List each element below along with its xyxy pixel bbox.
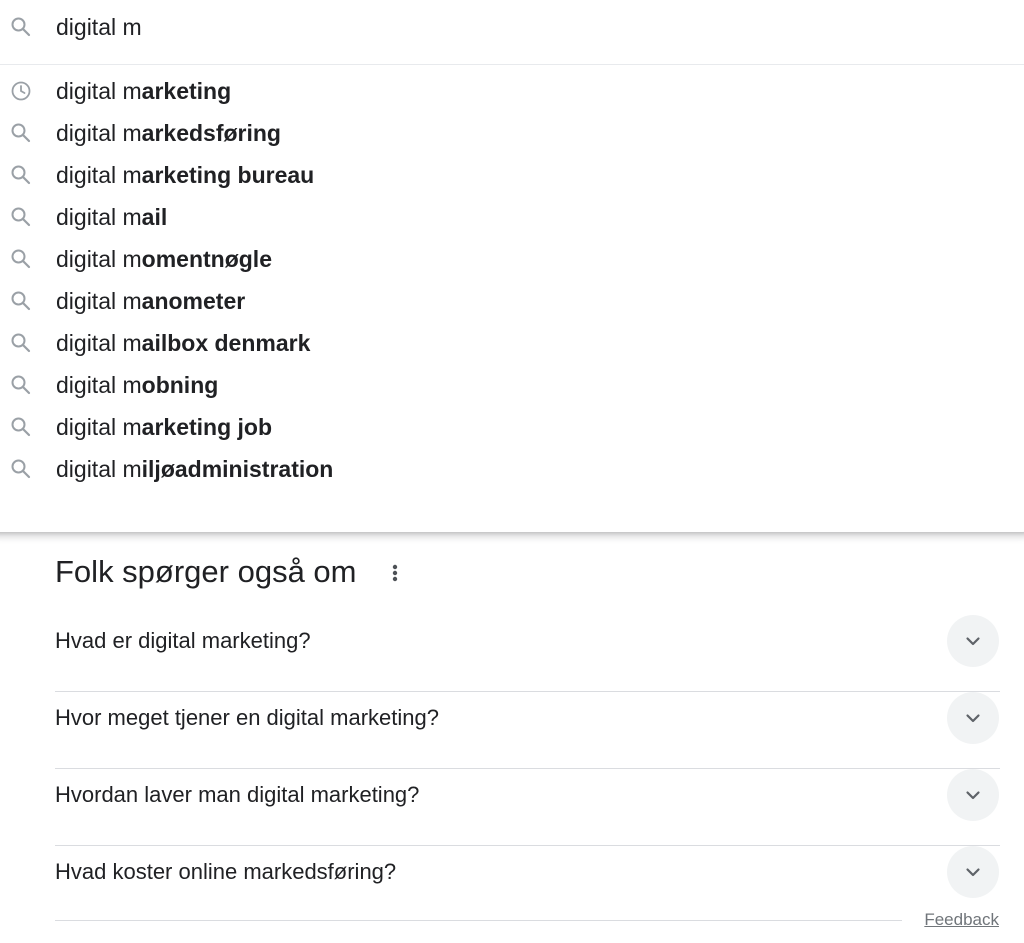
suggestion-item[interactable]: digital mailbox denmark	[0, 322, 1024, 364]
question-text: Hvor meget tjener en digital marketing?	[55, 705, 439, 730]
suggestion-text: digital marketing job	[56, 414, 273, 440]
question-item[interactable]: Hvor meget tjener en digital marketing?	[55, 692, 1000, 769]
search-icon	[9, 289, 33, 313]
chevron-down-icon	[966, 637, 980, 646]
search-icon	[9, 373, 33, 397]
history-icon	[9, 79, 33, 103]
search-icon	[9, 163, 33, 187]
suggestion-text: digital markedsføring	[56, 120, 281, 146]
suggestion-text: digital marketing bureau	[56, 162, 315, 188]
search-icon	[9, 457, 33, 481]
question-text: Hvordan laver man digital marketing?	[55, 782, 420, 807]
expand-button[interactable]	[947, 769, 999, 821]
paa-header: Folk spørger også om	[55, 553, 1000, 593]
question-item[interactable]: Hvordan laver man digital marketing?	[55, 769, 1000, 846]
question-item[interactable]: Hvad koster online markedsføring?	[55, 846, 1000, 922]
question-text: Hvad koster online markedsføring?	[55, 859, 397, 884]
chevron-down-icon	[966, 791, 980, 800]
question-text: Hvad er digital marketing?	[55, 628, 311, 653]
suggestion-item[interactable]: digital miljøadministration	[0, 448, 1024, 490]
search-icon	[9, 331, 33, 355]
suggestion-list: digital marketing digital markedsføring …	[0, 70, 1024, 490]
suggestion-text: digital mobning	[56, 372, 219, 398]
search-icon	[9, 415, 33, 439]
search-icon[interactable]	[9, 15, 33, 39]
suggestion-item[interactable]: digital mail	[0, 196, 1024, 238]
suggestion-item[interactable]: digital marketing job	[0, 406, 1024, 448]
suggestion-text: digital mailbox denmark	[56, 330, 311, 356]
suggestion-item[interactable]: digital momentnøgle	[0, 238, 1024, 280]
search-icon	[9, 121, 33, 145]
feedback-link[interactable]: Feedback	[924, 909, 999, 931]
suggestion-item[interactable]: digital markedsføring	[0, 112, 1024, 154]
suggestion-text: digital marketing	[56, 78, 232, 104]
search-icon	[9, 247, 33, 271]
question-list: Hvad er digital marketing? Hvor meget tj…	[55, 615, 1000, 922]
people-also-ask: Folk spørger også om Hvad er digital mar…	[55, 553, 1000, 929]
suggestion-text: digital miljøadministration	[56, 456, 334, 482]
suggestion-text: digital momentnøgle	[56, 246, 272, 272]
suggestion-text: digital mail	[56, 204, 168, 230]
expand-button[interactable]	[947, 692, 999, 744]
suggestion-text: digital manometer	[56, 288, 246, 314]
search-divider	[0, 64, 1024, 65]
search-icon	[9, 205, 33, 229]
chevron-down-icon	[966, 868, 980, 877]
expand-button[interactable]	[947, 615, 999, 667]
suggestion-item[interactable]: digital mobning	[0, 364, 1024, 406]
expand-button[interactable]	[947, 846, 999, 898]
question-item[interactable]: Hvad er digital marketing?	[55, 615, 1000, 692]
search-bar	[0, 0, 1024, 64]
footer-divider	[55, 920, 902, 921]
search-input[interactable]	[56, 9, 956, 45]
suggestion-item[interactable]: digital manometer	[0, 280, 1024, 322]
more-vert-icon[interactable]	[385, 561, 405, 585]
suggestion-item[interactable]: digital marketing	[0, 70, 1024, 112]
paa-title: Folk spørger også om	[55, 554, 357, 589]
suggestion-item[interactable]: digital marketing bureau	[0, 154, 1024, 196]
chevron-down-icon	[966, 714, 980, 723]
